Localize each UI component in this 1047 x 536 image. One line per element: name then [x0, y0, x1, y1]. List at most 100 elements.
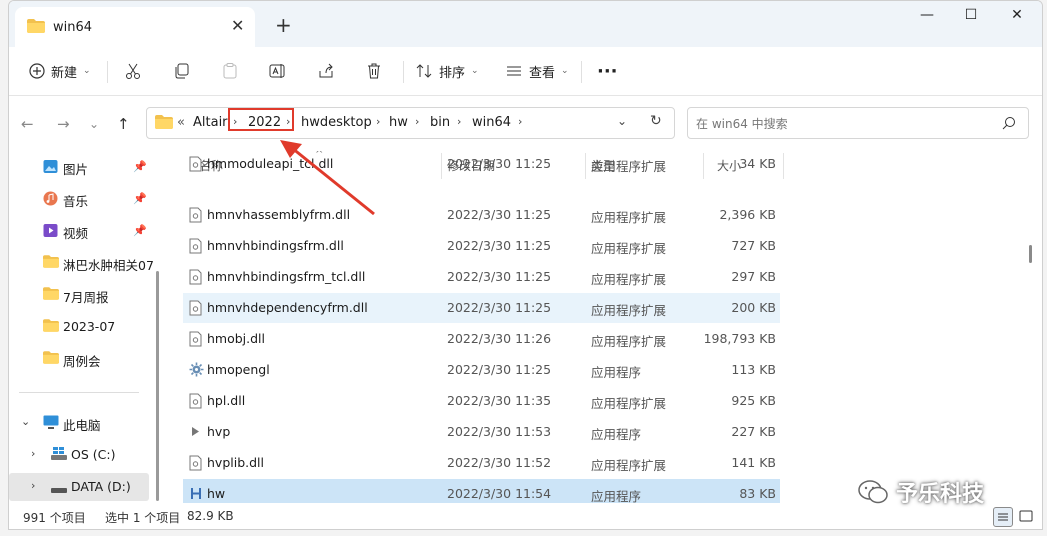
view-label: 查看 [529, 65, 556, 81]
share-button[interactable] [317, 59, 335, 83]
crumb-altair[interactable]: Altair [193, 115, 228, 130]
more-options-button[interactable]: ··· [597, 59, 618, 83]
cut-button[interactable] [124, 59, 142, 83]
file-row[interactable]: hvplib.dll 2022/3/30 11:52 应用程序扩展 141 KB [183, 448, 780, 478]
file-name: hmnvhdependencyfrm.dll [207, 300, 368, 315]
file-row[interactable]: hvp 2022/3/30 11:53 应用程序 227 KB [183, 417, 780, 447]
folder-icon [43, 287, 59, 303]
file-date: 2022/3/30 11:25 [447, 269, 552, 284]
minimize-icon[interactable]: — [907, 7, 947, 29]
file-name: hmnvhbindingsfrm_tcl.dll [207, 269, 366, 284]
chevron-right-icon[interactable]: › [518, 115, 522, 128]
file-name: hvp [207, 424, 231, 439]
file-size: 34 KB [739, 156, 776, 171]
file-size: 227 KB [731, 424, 776, 439]
recent-chevron-icon[interactable]: ⌄ [89, 117, 99, 131]
sidebar-item-pictures[interactable]: 图片 📌 [9, 153, 151, 181]
file-type: 应用程序扩展 [591, 303, 667, 318]
address-bar[interactable]: « Altair › 2022 › hwdesktop › hw › bin ›… [146, 107, 675, 139]
details-view-icon[interactable] [993, 507, 1013, 527]
overflow-crumb[interactable]: « [177, 115, 185, 130]
folder-icon [27, 19, 45, 36]
dll-icon [189, 300, 202, 319]
chevron-right-icon[interactable]: › [31, 479, 35, 492]
pin-icon[interactable]: 📌 [133, 160, 147, 173]
view-button[interactable]: 查看 ⌄ [505, 59, 569, 83]
pin-icon[interactable]: 📌 [133, 192, 147, 205]
rename-button[interactable] [269, 59, 287, 83]
sidebar-item-this-pc[interactable]: ⌄ 此电脑 [9, 409, 151, 437]
chevron-down-icon: ⌄ [83, 66, 91, 76]
file-row[interactable]: hw 2022/3/30 11:54 应用程序 83 KB [183, 479, 780, 503]
file-row[interactable]: hmnvhbindingsfrm.dll 2022/3/30 11:25 应用程序扩… [183, 231, 780, 261]
videos-icon [43, 223, 58, 241]
rename-icon [269, 64, 285, 78]
new-tab-icon[interactable]: + [275, 13, 292, 37]
forward-arrow-icon[interactable]: → [57, 115, 70, 133]
address-dropdown-icon[interactable]: ⌄ [617, 114, 627, 128]
windows-drive-icon [51, 447, 67, 463]
scissors-icon [126, 63, 140, 79]
delete-button[interactable] [365, 59, 383, 83]
back-arrow-icon[interactable]: ← [21, 115, 34, 133]
tiles-view-icon[interactable] [1017, 507, 1035, 525]
sidebar-divider [19, 392, 139, 393]
crumb-bin[interactable]: bin [430, 115, 450, 130]
sidebar-item-videos[interactable]: 视频 📌 [9, 217, 151, 245]
file-name: hmobj.dll [207, 331, 266, 346]
sort-button[interactable]: 排序 ⌄ [415, 59, 479, 83]
new-button[interactable]: 新建 ⌄ [29, 59, 91, 83]
search-box[interactable]: 在 win64 中搜索 [687, 107, 1029, 139]
file-size: 727 KB [731, 238, 776, 253]
file-type: 应用程序 [591, 489, 642, 503]
column-divider[interactable] [783, 153, 784, 179]
tab-close-icon[interactable]: ✕ [231, 16, 244, 35]
file-list-scrollbar[interactable] [1029, 245, 1032, 263]
chevron-right-icon[interactable]: › [457, 115, 461, 128]
sidebar-item-folder[interactable]: 2023-07 [9, 313, 151, 341]
file-row[interactable]: hmobj.dll 2022/3/30 11:26 应用程序扩展 198,793 KB [183, 324, 780, 354]
sidebar-scrollbar[interactable] [156, 271, 159, 501]
tab-win64[interactable]: win64 ✕ [15, 7, 255, 47]
crumb-hw[interactable]: hw [389, 115, 408, 130]
file-name: hw [207, 486, 226, 501]
file-row[interactable]: hmopengl 2022/3/30 11:25 应用程序 113 KB [183, 355, 780, 385]
sidebar-item-folder[interactable]: 淋巴水肿相关07 [9, 249, 153, 277]
chevron-right-icon[interactable]: › [31, 447, 35, 460]
maximize-icon[interactable]: ☐ [951, 7, 991, 29]
sidebar-item-drive-c[interactable]: › OS (C:) [9, 441, 151, 469]
title-bar: win64 ✕ + — ☐ ✕ [9, 1, 1042, 47]
file-size: 113 KB [731, 362, 776, 377]
sidebar-item-folder[interactable]: 7月周报 [9, 281, 151, 309]
sidebar-item-drive-d[interactable]: › DATA (D:) [9, 473, 149, 501]
file-row[interactable]: hmnvhdependencyfrm.dll 2022/3/30 11:25 应用程… [183, 293, 780, 323]
paste-button[interactable] [221, 59, 239, 83]
pin-icon[interactable]: 📌 [133, 224, 147, 237]
sidebar-item-music[interactable]: 音乐 📌 [9, 185, 151, 213]
folder-icon [43, 319, 59, 335]
file-name: hmopengl [207, 362, 270, 377]
file-row[interactable]: hmnvhbindingsfrm_tcl.dll 2022/3/30 11:25 应… [183, 262, 780, 292]
chevron-right-icon[interactable]: › [415, 115, 419, 128]
paste-icon [223, 63, 237, 79]
crumb-win64[interactable]: win64 [472, 115, 511, 130]
file-date: 2022/3/30 11:53 [447, 424, 552, 439]
trash-icon [368, 63, 380, 79]
copy-button[interactable] [173, 59, 191, 83]
file-type: 应用程序扩展 [591, 159, 667, 174]
file-row[interactable]: hpl.dll 2022/3/30 11:35 应用程序扩展 925 KB [183, 386, 780, 416]
refresh-icon[interactable]: ↻ [650, 113, 662, 129]
chevron-down-icon: ⌄ [471, 66, 479, 76]
chevron-right-icon[interactable]: › [376, 115, 380, 128]
file-size: 925 KB [731, 393, 776, 408]
up-arrow-icon[interactable]: ↑ [117, 115, 130, 133]
sidebar-item-folder[interactable]: 周例会 [9, 345, 151, 373]
command-bar: 新建 ⌄ 排序 ⌄ 查看 ⌄ ··· [9, 47, 1042, 96]
crumb-hwdesktop[interactable]: hwdesktop [301, 115, 372, 130]
chevron-down-icon: ⌄ [561, 66, 569, 76]
chevron-down-icon[interactable]: ⌄ [21, 415, 30, 428]
file-date: 2022/3/30 11:54 [447, 486, 552, 501]
close-icon[interactable]: ✕ [997, 7, 1037, 29]
navigation-pane: 图片 📌 音乐 📌 视频 📌 淋巴水肿相关07 7月周报 2023-07 周例会 [9, 151, 159, 501]
highlight-box [228, 108, 294, 131]
